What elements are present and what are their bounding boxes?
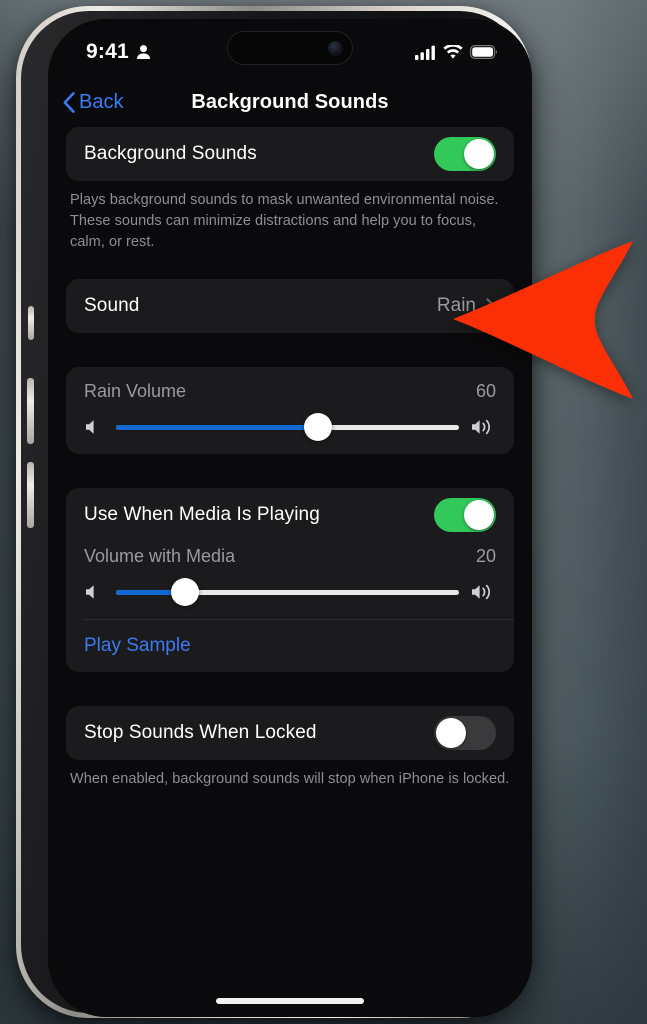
toggle-knob — [436, 718, 466, 749]
stop-sounds-footer: When enabled, background sounds will sto… — [70, 771, 510, 788]
sound-label: Sound — [84, 295, 140, 317]
volume-with-media-block: Volume with Media 20 — [66, 542, 514, 619]
status-bar-left: 9:41 — [86, 40, 151, 64]
slider-fill — [116, 424, 319, 430]
background-sounds-row[interactable]: Background Sounds — [66, 127, 514, 181]
battery-icon — [470, 45, 498, 59]
cellular-signal-icon — [415, 45, 435, 60]
chevron-right-icon — [486, 297, 496, 315]
status-bar-right — [415, 44, 498, 60]
back-button-label: Back — [79, 90, 124, 113]
slider-thumb[interactable] — [170, 578, 199, 607]
rain-volume-slider[interactable] — [116, 413, 459, 442]
use-when-media-row[interactable]: Use When Media Is Playing — [66, 488, 514, 542]
rain-volume-card: Rain Volume 60 — [66, 367, 514, 455]
rain-volume-head: Rain Volume 60 — [84, 381, 496, 402]
volume-with-media-value: 20 — [475, 546, 496, 567]
phone-screen: 9:41 Back Background Sounds Background S… — [48, 19, 532, 1017]
background-sounds-toggle[interactable] — [434, 137, 496, 171]
use-when-media-toggle[interactable] — [434, 498, 496, 533]
volume-with-media-label: Volume with Media — [84, 546, 236, 567]
speaker-low-icon — [86, 420, 94, 434]
front-camera-lens-icon — [328, 40, 343, 56]
slider-thumb[interactable] — [304, 413, 333, 442]
home-indicator[interactable] — [216, 998, 364, 1004]
navigation-bar: Back Background Sounds — [48, 77, 532, 127]
chevron-left-icon — [63, 91, 75, 113]
iphone-device-frame: 9:41 Back Background Sounds Background S… — [16, 6, 532, 1018]
background-sounds-label: Background Sounds — [84, 143, 257, 164]
speaker-low-icon — [86, 585, 94, 599]
play-sample-row[interactable]: Play Sample — [66, 620, 514, 672]
rain-volume-label: Rain Volume — [84, 381, 187, 402]
background-sounds-footer: Plays background sounds to mask unwanted… — [70, 192, 499, 251]
stop-sounds-row[interactable]: Stop Sounds When Locked — [66, 706, 514, 760]
speaker-high-icon — [472, 584, 490, 600]
stop-sounds-toggle[interactable] — [434, 716, 496, 751]
toggle-knob — [464, 139, 494, 169]
sound-card: Sound Rain — [66, 279, 514, 334]
rain-volume-value: 60 — [475, 381, 496, 402]
sound-row[interactable]: Sound Rain — [66, 279, 514, 333]
speaker-high-icon — [472, 419, 490, 435]
volume-with-media-slider[interactable] — [116, 578, 459, 607]
toggle-knob — [464, 500, 494, 531]
screen-surface: 9:41 Back Background Sounds Background S… — [48, 19, 532, 1017]
volume-up-button[interactable] — [27, 378, 34, 444]
volume-down-button[interactable] — [27, 462, 34, 528]
stop-sounds-label: Stop Sounds When Locked — [84, 722, 317, 744]
rain-volume-block: Rain Volume 60 — [66, 367, 514, 454]
rain-volume-slider-row — [84, 413, 496, 442]
dynamic-island — [227, 31, 353, 65]
volume-with-media-slider-row — [84, 578, 496, 607]
person-icon — [136, 45, 150, 59]
sound-row-right: Rain — [437, 295, 496, 317]
volume-with-media-head: Volume with Media 20 — [84, 546, 496, 567]
play-sample-button[interactable]: Play Sample — [84, 635, 191, 657]
wifi-icon — [443, 44, 463, 59]
sound-value: Rain — [436, 295, 476, 317]
media-card: Use When Media Is Playing Volume with Me… — [66, 488, 514, 673]
status-bar-time: 9:41 — [86, 40, 129, 63]
use-when-media-label: Use When Media Is Playing — [84, 504, 320, 526]
mute-switch-button[interactable] — [28, 306, 34, 340]
stop-sounds-card: Stop Sounds When Locked — [66, 706, 514, 761]
settings-content: Background Sounds Plays background sound… — [48, 127, 532, 1017]
background-sounds-card: Background Sounds — [66, 127, 514, 181]
back-button[interactable]: Back — [63, 91, 123, 114]
